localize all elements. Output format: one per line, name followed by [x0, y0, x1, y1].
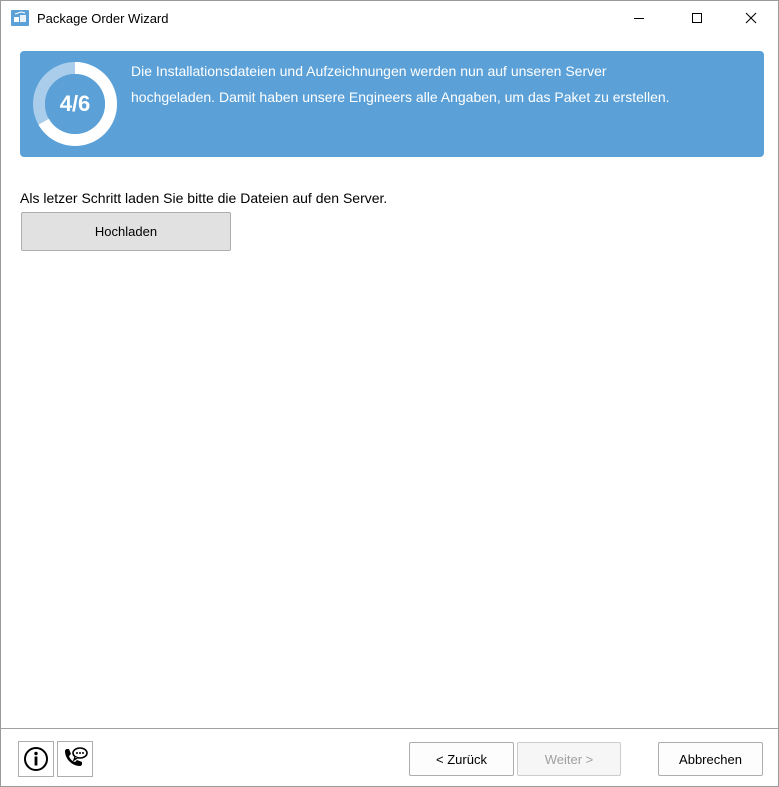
next-button[interactable]: Weiter >	[517, 742, 621, 776]
wizard-window: Package Order Wizard 4/6 Die Installatio…	[0, 0, 779, 787]
banner-line-2: hochgeladen. Damit haben unsere Engineer…	[131, 89, 670, 105]
maximize-button[interactable]	[674, 1, 720, 35]
banner-description: Die Installationsdateien und Aufzeichnun…	[131, 58, 756, 110]
minimize-button[interactable]	[616, 1, 662, 35]
info-button[interactable]	[18, 741, 54, 777]
package-app-icon	[11, 10, 29, 26]
minimize-icon	[634, 18, 644, 19]
step-counter: 4/6	[59, 91, 91, 116]
support-button[interactable]	[57, 741, 93, 777]
phone-chat-icon	[65, 747, 88, 766]
close-button[interactable]	[728, 1, 774, 35]
close-icon	[745, 12, 757, 24]
instruction-text: Als letzer Schritt laden Sie bitte die D…	[20, 190, 388, 206]
back-button[interactable]: < Zurück	[409, 742, 514, 776]
step-banner: 4/6 Die Installationsdateien und Aufzeic…	[20, 51, 764, 157]
window-title: Package Order Wizard	[37, 11, 169, 26]
title-bar[interactable]: Package Order Wizard	[1, 1, 778, 35]
info-icon	[24, 747, 48, 771]
footer-bar: < Zurück Weiter > Abbrechen	[1, 729, 778, 786]
maximize-icon	[692, 13, 702, 23]
upload-button[interactable]: Hochladen	[21, 212, 231, 251]
banner-line-1: Die Installationsdateien und Aufzeichnun…	[131, 63, 607, 79]
cancel-button[interactable]: Abbrechen	[658, 742, 763, 776]
